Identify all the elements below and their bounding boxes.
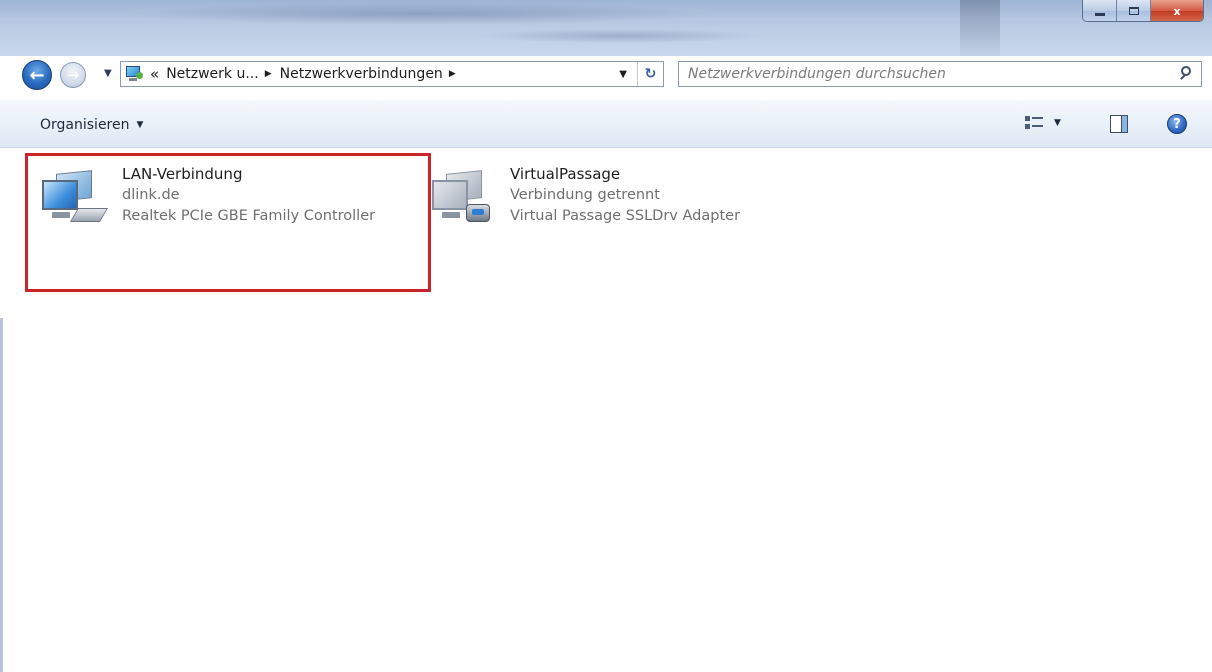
view-options-icon xyxy=(1024,114,1044,132)
refresh-button[interactable]: ↻ xyxy=(637,62,663,86)
connection-item-virtualpassage[interactable]: VirtualPassage Verbindung getrennt Virtu… xyxy=(430,164,740,234)
organize-label: Organisieren xyxy=(40,117,130,133)
preview-pane-button[interactable] xyxy=(1110,115,1128,133)
breadcrumb-network-connections[interactable]: Netzwerkverbindungen xyxy=(280,66,443,82)
vpn-adapter-icon xyxy=(430,164,492,234)
breadcrumb-network-sharing[interactable]: Netzwerk u... xyxy=(166,66,259,82)
address-dropdown-icon[interactable]: ▼ xyxy=(619,69,627,80)
refresh-icon: ↻ xyxy=(644,66,657,82)
glass-strip xyxy=(960,0,1000,56)
close-icon: x xyxy=(1173,4,1181,18)
navigation-bar: ← → ▼ « Netzwerk u... ▶ Netzwerkverbindu… xyxy=(0,56,1212,94)
minimize-button[interactable] xyxy=(1083,0,1117,21)
connection-device: Virtual Passage SSLDrv Adapter xyxy=(510,208,741,224)
command-bar: Organisieren ▼ ▼ ? xyxy=(0,100,1212,148)
back-button[interactable]: ← xyxy=(22,60,52,90)
maximize-icon xyxy=(1128,7,1139,15)
minimize-icon xyxy=(1094,12,1105,16)
glass-background xyxy=(120,0,1020,52)
help-icon: ? xyxy=(1173,116,1181,132)
preview-pane-icon xyxy=(1121,116,1127,132)
maximize-button[interactable] xyxy=(1117,0,1151,21)
close-button[interactable]: x xyxy=(1151,0,1203,21)
organize-menu-button[interactable]: Organisieren ▼ xyxy=(40,117,143,133)
network-center-icon xyxy=(124,65,144,83)
breadcrumb-overflow-button[interactable]: « xyxy=(150,65,159,83)
window-controls: x xyxy=(1082,0,1204,22)
window-titlebar[interactable]: x xyxy=(0,0,1212,56)
breadcrumb-separator-icon[interactable]: ▶ xyxy=(265,69,272,79)
connection-status: Verbindung getrennt xyxy=(510,187,660,203)
back-arrow-icon: ← xyxy=(29,64,45,86)
breadcrumb-separator-icon[interactable]: ▶ xyxy=(449,69,456,79)
address-bar[interactable]: « Netzwerk u... ▶ Netzwerkverbindungen ▶… xyxy=(120,61,664,87)
forward-arrow-icon: → xyxy=(66,66,80,84)
help-button[interactable]: ? xyxy=(1167,114,1187,134)
connection-name: VirtualPassage xyxy=(510,165,621,183)
search-box xyxy=(678,61,1202,87)
change-view-button[interactable]: ▼ xyxy=(1024,114,1061,132)
chevron-down-icon: ▼ xyxy=(1054,118,1061,128)
selection-highlight xyxy=(25,153,431,292)
forward-button[interactable]: → xyxy=(60,62,86,88)
window-left-border xyxy=(0,318,3,672)
recent-pages-dropdown[interactable]: ▼ xyxy=(104,68,112,79)
search-input[interactable] xyxy=(679,63,1175,85)
chevron-down-icon: ▼ xyxy=(136,120,144,130)
search-icon[interactable] xyxy=(1175,62,1201,86)
